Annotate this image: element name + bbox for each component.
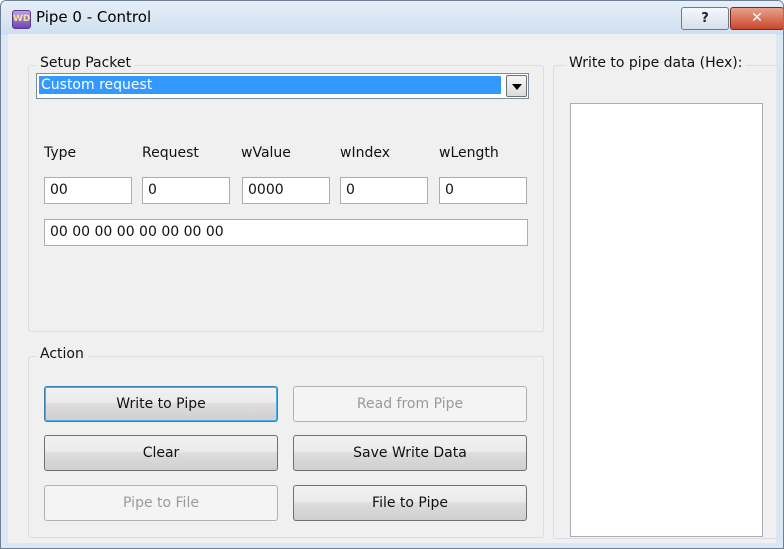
type-label: Type: [44, 145, 77, 161]
file-to-pipe-button[interactable]: File to Pipe: [293, 485, 527, 521]
window-title: Pipe 0 - Control: [36, 8, 152, 26]
read-from-pipe-button[interactable]: Read from Pipe: [293, 386, 527, 422]
help-button[interactable]: ?: [681, 7, 729, 30]
title-bar[interactable]: WD Pipe 0 - Control ? ✕: [1, 1, 783, 35]
pipe-to-file-button[interactable]: Pipe to File: [44, 485, 278, 521]
request-type-value: Custom request: [39, 76, 501, 94]
request-field[interactable]: 0: [142, 177, 230, 204]
save-write-data-button[interactable]: Save Write Data: [293, 435, 527, 471]
wvalue-label: wValue: [241, 145, 291, 161]
windex-label: wIndex: [340, 145, 390, 161]
wlength-label: wLength: [439, 145, 499, 161]
chevron-down-icon[interactable]: [506, 75, 527, 97]
setup-packet-label: Setup Packet: [36, 55, 135, 71]
app-icon: WD: [12, 10, 31, 29]
setup-packet-bytes-field[interactable]: 00 00 00 00 00 00 00 00: [44, 219, 528, 246]
write-to-pipe-button[interactable]: Write to Pipe: [44, 386, 278, 422]
type-field[interactable]: 00: [44, 177, 132, 204]
write-data-label: Write to pipe data (Hex):: [565, 55, 747, 71]
wlength-field[interactable]: 0: [439, 177, 527, 204]
windex-field[interactable]: 0: [340, 177, 428, 204]
close-button[interactable]: ✕: [730, 7, 783, 30]
clear-button[interactable]: Clear: [44, 435, 278, 471]
wvalue-field[interactable]: 0000: [242, 177, 330, 204]
request-type-dropdown[interactable]: Custom request: [36, 73, 529, 99]
action-label: Action: [36, 346, 88, 362]
write-data-textarea[interactable]: [570, 103, 763, 537]
request-label: Request: [142, 145, 199, 161]
